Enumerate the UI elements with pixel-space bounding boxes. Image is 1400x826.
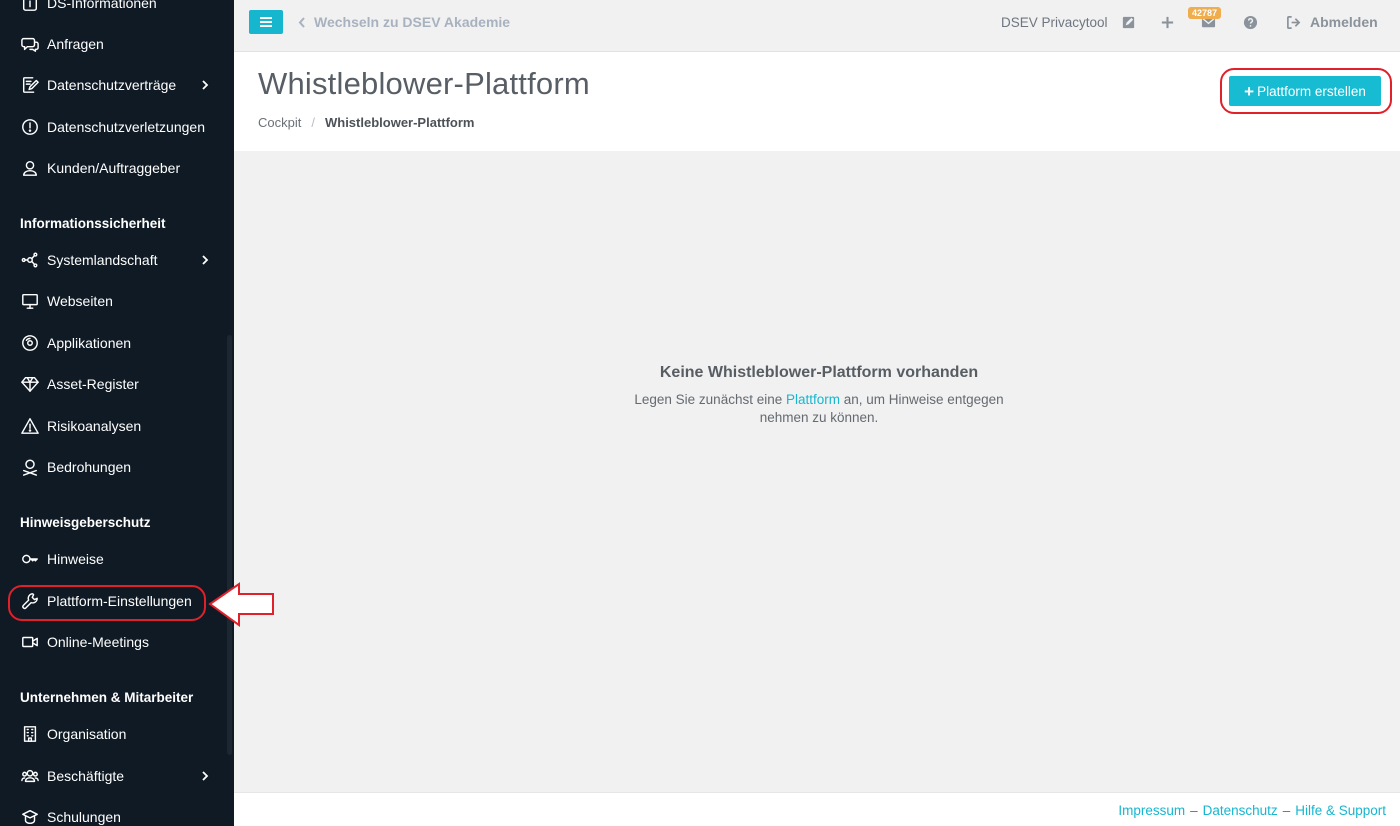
sidebar-item-label: Webseiten: [47, 293, 113, 309]
sidebar-item-asset-register[interactable]: Asset-Register: [0, 364, 234, 404]
add-icon[interactable]: [1159, 14, 1175, 30]
empty-state-platform-link[interactable]: Plattform: [786, 392, 840, 407]
sidebar-item-label: Hinweise: [47, 551, 104, 567]
sidebar-item-webseiten[interactable]: Webseiten: [0, 281, 234, 321]
alert-circle-icon: [20, 118, 39, 137]
footer-separator: –: [1190, 803, 1198, 818]
logout-label: Abmelden: [1310, 14, 1378, 30]
sidebar-item-label: Risikoanalysen: [47, 418, 142, 434]
sidebar-item-label: Applikationen: [47, 335, 132, 351]
help-icon[interactable]: [1242, 14, 1258, 30]
chevron-left-icon: [298, 16, 306, 28]
tool-name[interactable]: DSEV Privacytool: [1001, 15, 1108, 30]
sidebar-item-label: Beschäftigte: [47, 768, 125, 784]
video-icon: [20, 633, 39, 652]
building-icon: [20, 725, 39, 744]
users-icon: [20, 767, 39, 786]
sidebar-item-label: Organisation: [47, 726, 127, 742]
sidebar-item-applikationen[interactable]: Applikationen: [0, 323, 234, 363]
sidebar-item-hinweise[interactable]: Hinweise: [0, 539, 234, 579]
sidebar-item-risikoanalysen[interactable]: Risikoanalysen: [0, 406, 234, 446]
notification-badge: 42787: [1188, 7, 1222, 19]
empty-state-title: Keine Whistleblower-Plattform vorhanden: [659, 364, 979, 381]
breadcrumb-item-current: Whistleblower-Plattform: [324, 115, 475, 130]
user-icon: [20, 159, 39, 178]
switch-academy-label: Wechseln zu DSEV Akademie: [314, 14, 511, 30]
empty-state-text-before: Legen Sie zunächst eine: [634, 392, 786, 407]
sidebar-item-datenschutzverletzungen[interactable]: Datenschutzverletzungen: [0, 107, 234, 147]
sidebar-section-informationssicherheit: Informationssicherheit: [20, 216, 166, 231]
chevron-right-icon: [198, 253, 212, 267]
training-icon: [20, 808, 39, 826]
sidebar-item-datenschutzvertraege[interactable]: Datenschutzverträge: [0, 65, 234, 105]
skull-user-icon: [20, 458, 39, 477]
sidebar-item-anfragen[interactable]: Anfragen: [0, 24, 234, 64]
logout-icon: [1287, 15, 1301, 29]
sidebar-section-hinweisgeberschutz: Hinweisgeberschutz: [20, 515, 151, 530]
sidebar-item-label: DS-Informationen: [47, 0, 157, 11]
sidebar-item-organisation[interactable]: Organisation: [0, 714, 234, 754]
sidebar-item-systemlandschaft[interactable]: Systemlandschaft: [0, 240, 234, 280]
sidebar-item-label: Plattform-Einstellungen: [47, 593, 192, 609]
breadcrumb-separator: /: [311, 115, 315, 130]
create-platform-label: Plattform erstellen: [1257, 83, 1366, 99]
info-square-icon: [20, 0, 39, 13]
plus-icon: +: [1244, 81, 1255, 101]
contract-edit-icon: [20, 76, 39, 95]
footer-link-datenschutz[interactable]: Datenschutz: [1203, 803, 1278, 818]
hamburger-icon: [260, 17, 272, 27]
sidebar-item-plattform-einstellungen[interactable]: Plattform-Einstellungen: [0, 581, 234, 621]
diamond-icon: [20, 375, 39, 394]
footer-links: Impressum – Datenschutz – Hilfe & Suppor…: [1118, 803, 1386, 818]
sidebar-item-label: Datenschutzverträge: [47, 77, 177, 93]
footer-link-impressum[interactable]: Impressum: [1118, 803, 1185, 818]
sidebar-item-label: Bedrohungen: [47, 459, 132, 475]
sidebar-item-kunden[interactable]: Kunden/Auftraggeber: [0, 148, 234, 188]
sidebar-item-label: Schulungen: [47, 809, 121, 825]
switch-academy-link[interactable]: Wechseln zu DSEV Akademie: [298, 14, 510, 30]
footer-separator: –: [1282, 803, 1291, 818]
empty-state-text: Legen Sie zunächst eine Plattform an, um…: [620, 391, 1018, 427]
topbar: Wechseln zu DSEV Akademie DSEV Privacyto…: [234, 0, 1400, 52]
sidebar-item-label: Systemlandschaft: [47, 252, 158, 268]
network-icon: [20, 251, 39, 270]
page-header: Whistleblower-Plattform Cockpit / Whistl…: [234, 52, 1400, 151]
sidebar-item-label: Online-Meetings: [47, 634, 149, 650]
create-platform-button[interactable]: + Plattform erstellen: [1229, 76, 1381, 106]
sidebar-item-label: Asset-Register: [47, 376, 139, 392]
wrench-icon: [20, 592, 39, 611]
sidebar-item-label: Datenschutzverletzungen: [47, 119, 205, 135]
logout-button[interactable]: Abmelden: [1286, 14, 1378, 30]
sidebar-item-bedrohungen[interactable]: Bedrohungen: [0, 447, 234, 487]
chat-icon: [20, 35, 39, 54]
breadcrumb: Cockpit / Whistleblower-Plattform: [258, 115, 475, 130]
sidebar-item-beschaeftigte[interactable]: Beschäftigte: [0, 756, 234, 796]
sidebar-item-ds-informationen[interactable]: DS-Informationen: [0, 0, 234, 23]
sidebar: DS-Informationen Anfragen Datenschutzver…: [0, 0, 234, 826]
breadcrumb-item-cockpit[interactable]: Cockpit: [258, 115, 301, 130]
chevron-right-icon: [198, 769, 212, 783]
footer: Impressum – Datenschutz – Hilfe & Suppor…: [234, 792, 1400, 826]
app-disc-icon: [20, 334, 39, 353]
sidebar-section-unternehmen: Unternehmen & Mitarbeiter: [20, 690, 194, 705]
sidebar-item-schulungen[interactable]: Schulungen: [0, 797, 234, 826]
page-title: Whistleblower-Plattform: [258, 66, 590, 101]
sidebar-item-online-meetings[interactable]: Online-Meetings: [0, 622, 234, 662]
footer-link-support[interactable]: Hilfe & Support: [1295, 803, 1386, 818]
chevron-right-icon: [198, 78, 212, 92]
sidebar-item-label: Anfragen: [47, 36, 104, 52]
menu-toggle-button[interactable]: [249, 10, 283, 34]
edit-icon[interactable]: [1120, 14, 1136, 30]
sidebar-item-label: Kunden/Auftraggeber: [47, 160, 181, 176]
key-icon: [20, 550, 39, 569]
warning-triangle-icon: [20, 417, 39, 436]
monitor-icon: [20, 292, 39, 311]
